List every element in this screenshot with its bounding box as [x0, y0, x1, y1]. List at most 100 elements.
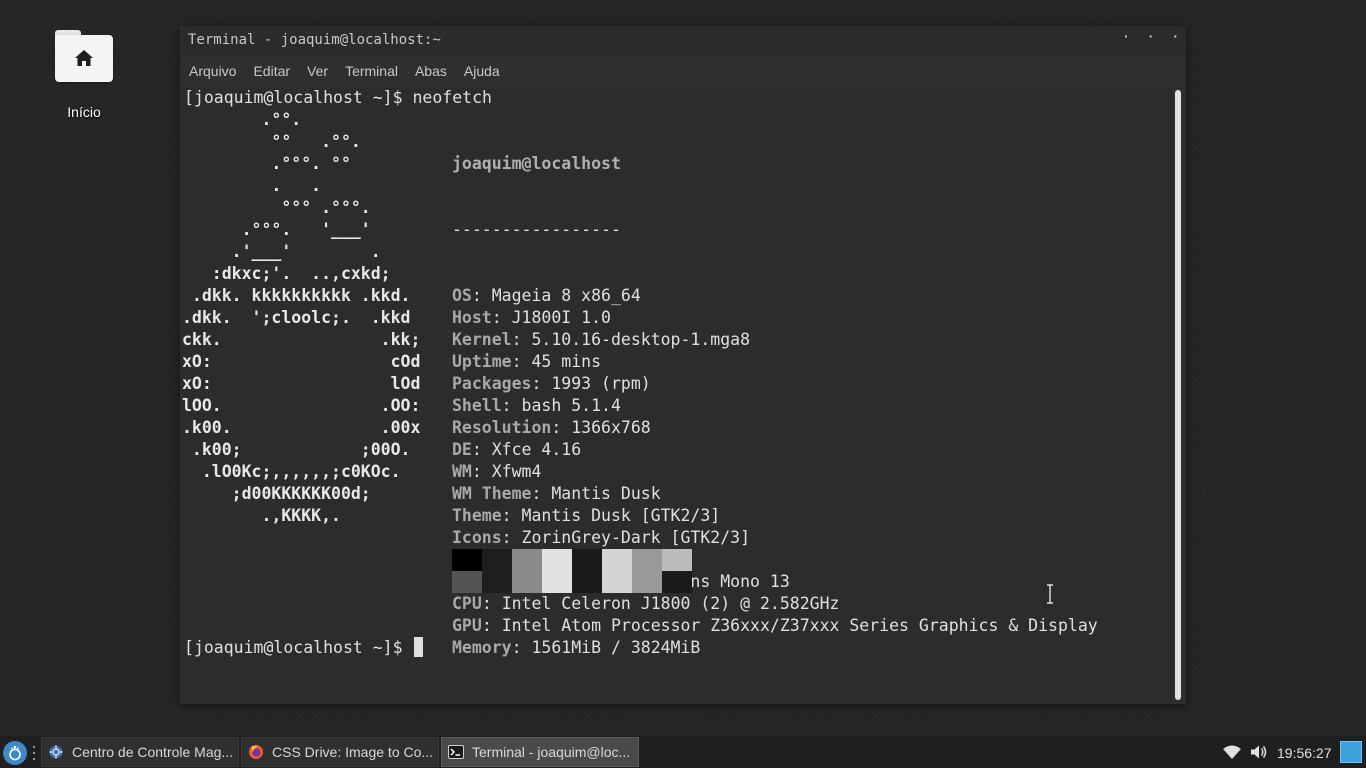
volume-icon	[1251, 745, 1267, 759]
info-line: Icons: ZorinGrey-Dark [GTK2/3]	[452, 528, 751, 547]
info-key: CPU	[452, 594, 482, 613]
info-line: Resolution: 1366x768	[452, 418, 651, 437]
terminal-icon	[448, 745, 464, 759]
info-line: Shell: bash 5.1.4	[452, 396, 621, 415]
task-label: Centro de Controle Mag...	[72, 744, 234, 760]
info-value: Intel Atom Processor Z36xxx/Z37xxx Serie…	[501, 616, 1098, 635]
scrollbar[interactable]	[1172, 86, 1186, 704]
ascii-line: .,KKKK,.	[182, 506, 341, 525]
info-value: ZorinGrey-Dark [GTK2/3]	[521, 528, 751, 547]
menu-editar[interactable]: Editar	[253, 63, 290, 79]
current-prompt[interactable]: [joaquim@localhost ~]$	[184, 637, 424, 659]
terminal-window[interactable]: Terminal - joaquim@localhost:~ · · · Arq…	[180, 26, 1186, 704]
color-swatch	[632, 571, 662, 593]
task-firefox[interactable]: CSS Drive: Image to Co...	[241, 737, 439, 767]
info-key: Host	[452, 308, 492, 327]
info-value: 45 mins	[531, 352, 602, 371]
color-swatch	[542, 549, 572, 571]
clock[interactable]: 19:56:27	[1277, 745, 1332, 761]
ascii-line: .dkk. kkkkkkkkkk .kkd.	[182, 286, 411, 305]
info-key: Uptime	[452, 352, 512, 371]
menu-terminal[interactable]: Terminal	[345, 63, 398, 79]
menu-ver[interactable]: Ver	[307, 63, 328, 79]
info-line: Uptime: 45 mins	[452, 352, 602, 371]
menu-abas[interactable]: Abas	[415, 63, 447, 79]
ascii-line: .k00. .00x	[182, 418, 421, 437]
desktop-icon-label: Início	[67, 104, 101, 120]
task-control-center[interactable]: Centro de Controle Mag...	[41, 737, 239, 767]
info-key: WM	[452, 462, 472, 481]
ascii-line: ckk. .kk;	[182, 330, 421, 349]
menu-ajuda[interactable]: Ajuda	[464, 63, 500, 79]
info-value: Xfwm4	[491, 462, 542, 481]
color-swatch	[482, 571, 512, 593]
distro-logo-ascii: .°°. °° .°°. .°°°. °° . . °°° .°°°. .°°°…	[182, 109, 420, 527]
ascii-line: .°°.	[182, 110, 302, 129]
task-label: Terminal - joaquim@loc...	[472, 744, 631, 760]
info-key: GPU	[452, 616, 482, 635]
info-line: GPU: Intel Atom Processor Z36xxx/Z37xxx …	[452, 616, 1098, 635]
info-value: Xfce 4.16	[491, 440, 582, 459]
taskbar-separator	[33, 746, 36, 760]
text-cursor	[414, 637, 424, 657]
desktop-icon-inicio[interactable]: Início	[44, 26, 124, 120]
wifi-tray[interactable]	[1222, 736, 1242, 768]
color-swatch	[662, 549, 692, 571]
task-label: CSS Drive: Image to Co...	[272, 744, 434, 760]
close-button[interactable]: ·	[1173, 28, 1178, 44]
color-palette	[452, 549, 692, 593]
firefox-icon	[249, 745, 263, 759]
ascii-line: °°° .°°°.	[182, 198, 371, 217]
start-menu-button[interactable]	[3, 741, 27, 765]
info-key: OS	[452, 286, 472, 305]
info-key: WM Theme	[452, 484, 532, 503]
minimize-button[interactable]: ·	[1124, 28, 1129, 44]
info-value: Mageia 8 x86_64	[491, 286, 641, 305]
info-key: Icons	[452, 528, 502, 547]
info-line: Memory: 1561MiB / 3824MiB	[452, 638, 701, 657]
menu-arquivo[interactable]: Arquivo	[189, 63, 236, 79]
ascii-line: lOO. .OO:	[182, 396, 421, 415]
color-swatch	[632, 549, 662, 571]
home-folder-icon	[55, 26, 113, 82]
color-swatch	[602, 571, 632, 593]
volume-tray[interactable]	[1250, 736, 1268, 768]
color-swatch	[512, 571, 542, 593]
scrollbar-thumb[interactable]	[1175, 90, 1181, 700]
color-swatch	[452, 549, 482, 571]
info-key: Memory	[452, 638, 512, 657]
taskbar: Centro de Controle Mag... CSS Drive: Ima…	[0, 736, 1366, 768]
control-center-icon	[49, 745, 63, 759]
info-line: Kernel: 5.10.16-desktop-1.mga8	[452, 330, 751, 349]
color-swatch	[602, 549, 632, 571]
ascii-line: . .	[182, 176, 322, 195]
info-key: Packages	[452, 374, 532, 393]
wifi-icon	[1223, 745, 1241, 759]
info-separator: -----------------	[452, 220, 621, 239]
ascii-line: xO: cOd	[182, 352, 421, 371]
color-swatch	[572, 549, 602, 571]
ascii-line: .°°°. '___'	[182, 220, 371, 239]
task-terminal[interactable]: Terminal - joaquim@loc...	[441, 737, 639, 767]
color-swatch	[512, 549, 542, 571]
info-value: 1561MiB / 3824MiB	[531, 638, 701, 657]
ascii-line: xO: lOd	[182, 374, 421, 393]
user-host: joaquim@localhost	[452, 154, 621, 173]
info-value: 5.10.16-desktop-1.mga8	[531, 330, 751, 349]
window-titlebar[interactable]: Terminal - joaquim@localhost:~ · · ·	[180, 26, 1186, 56]
menu-bar: Arquivo Editar Ver Terminal Abas Ajuda	[180, 56, 1186, 86]
info-key: Theme	[452, 506, 502, 525]
info-line: WM Theme: Mantis Dusk	[452, 484, 661, 503]
info-value: Intel Celeron J1800 (2) @ 2.582GHz	[501, 594, 840, 613]
color-swatch	[542, 571, 572, 593]
ascii-line: .°°°. °°	[182, 154, 351, 173]
info-key: DE	[452, 440, 472, 459]
terminal-output[interactable]: [joaquim@localhost ~]$ neofetch .°°. °° …	[180, 86, 1172, 704]
info-value: J1800I 1.0	[511, 308, 611, 327]
mageia-logo-icon	[9, 745, 21, 761]
show-desktop-button[interactable]	[1340, 741, 1362, 763]
maximize-button[interactable]: ·	[1149, 28, 1154, 44]
info-line: CPU: Intel Celeron J1800 (2) @ 2.582GHz	[452, 594, 840, 613]
info-value: 1993 (rpm)	[551, 374, 651, 393]
color-swatch	[662, 571, 692, 593]
